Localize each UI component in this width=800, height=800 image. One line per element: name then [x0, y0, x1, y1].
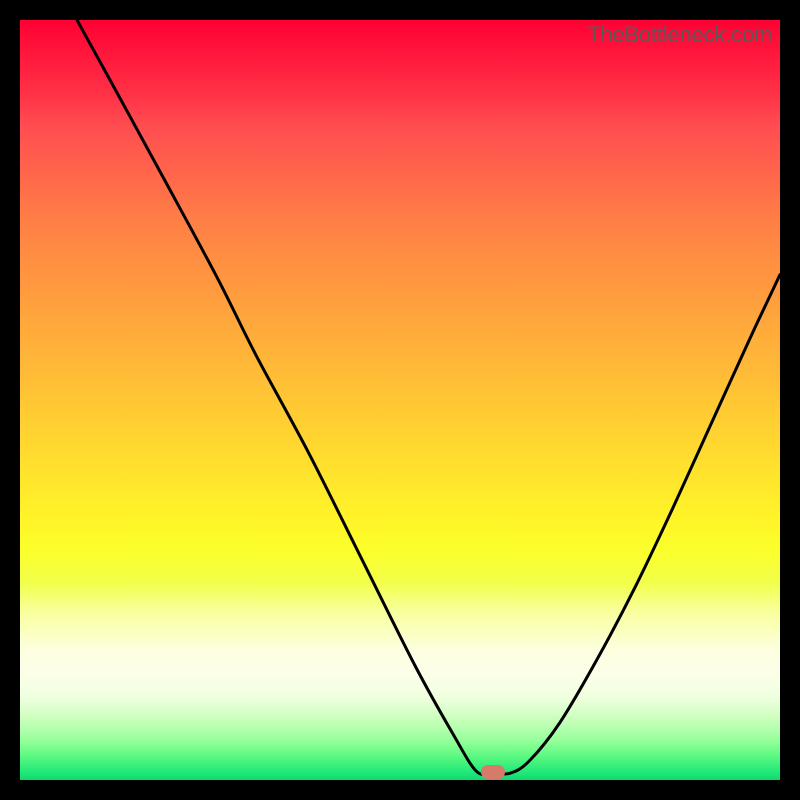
- bottleneck-curve: [20, 20, 780, 780]
- optimal-marker: [481, 765, 505, 779]
- curve-path: [77, 20, 780, 774]
- chart-container: TheBottleneck.com: [0, 0, 800, 800]
- plot-area: TheBottleneck.com: [20, 20, 780, 780]
